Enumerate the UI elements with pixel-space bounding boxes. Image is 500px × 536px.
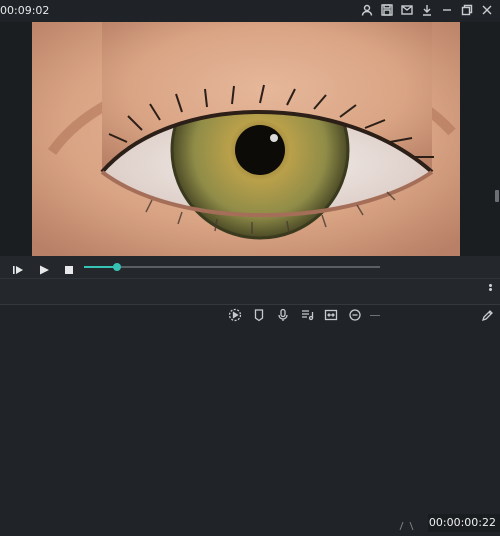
more-options-icon[interactable] — [487, 283, 493, 297]
restore-icon[interactable] — [460, 3, 474, 17]
preview-stage — [0, 22, 500, 256]
preview-options-strip — [0, 278, 500, 305]
save-icon[interactable] — [380, 3, 394, 17]
microphone-icon[interactable] — [276, 308, 290, 322]
render-preview-icon[interactable] — [228, 308, 242, 322]
eye-closeup-image — [32, 22, 460, 256]
split-view-icon[interactable] — [324, 308, 338, 322]
mark-in-out-icon[interactable] — [396, 517, 420, 531]
voiceover-list-icon[interactable] — [300, 308, 314, 322]
playhead-knob[interactable] — [112, 263, 121, 271]
video-preview[interactable] — [32, 22, 460, 256]
minimize-icon[interactable] — [440, 3, 454, 17]
top-bar: 00:09:02 — [0, 0, 500, 22]
stop-icon[interactable] — [63, 261, 75, 274]
play-icon[interactable] — [38, 261, 50, 275]
current-time-display: 00:00:00:22 — [428, 514, 500, 532]
zoom-slider-track[interactable] — [370, 314, 380, 316]
close-icon[interactable] — [480, 3, 494, 17]
timeline-toolbar-icons — [228, 308, 380, 322]
edit-pen-icon[interactable] — [480, 308, 494, 322]
playback-progress-bar[interactable] — [84, 263, 380, 271]
panel-resize-handle[interactable] — [495, 190, 499, 202]
project-timecode: 00:09:02 — [0, 4, 50, 17]
zoom-out-icon[interactable] — [348, 308, 362, 322]
user-icon[interactable] — [360, 3, 374, 17]
download-icon[interactable] — [420, 3, 434, 17]
playback-progress-fill — [84, 266, 117, 268]
mail-icon[interactable] — [400, 3, 414, 17]
window-actions — [360, 3, 494, 17]
marker-icon[interactable] — [252, 308, 266, 322]
play-prev-icon[interactable] — [12, 261, 24, 274]
